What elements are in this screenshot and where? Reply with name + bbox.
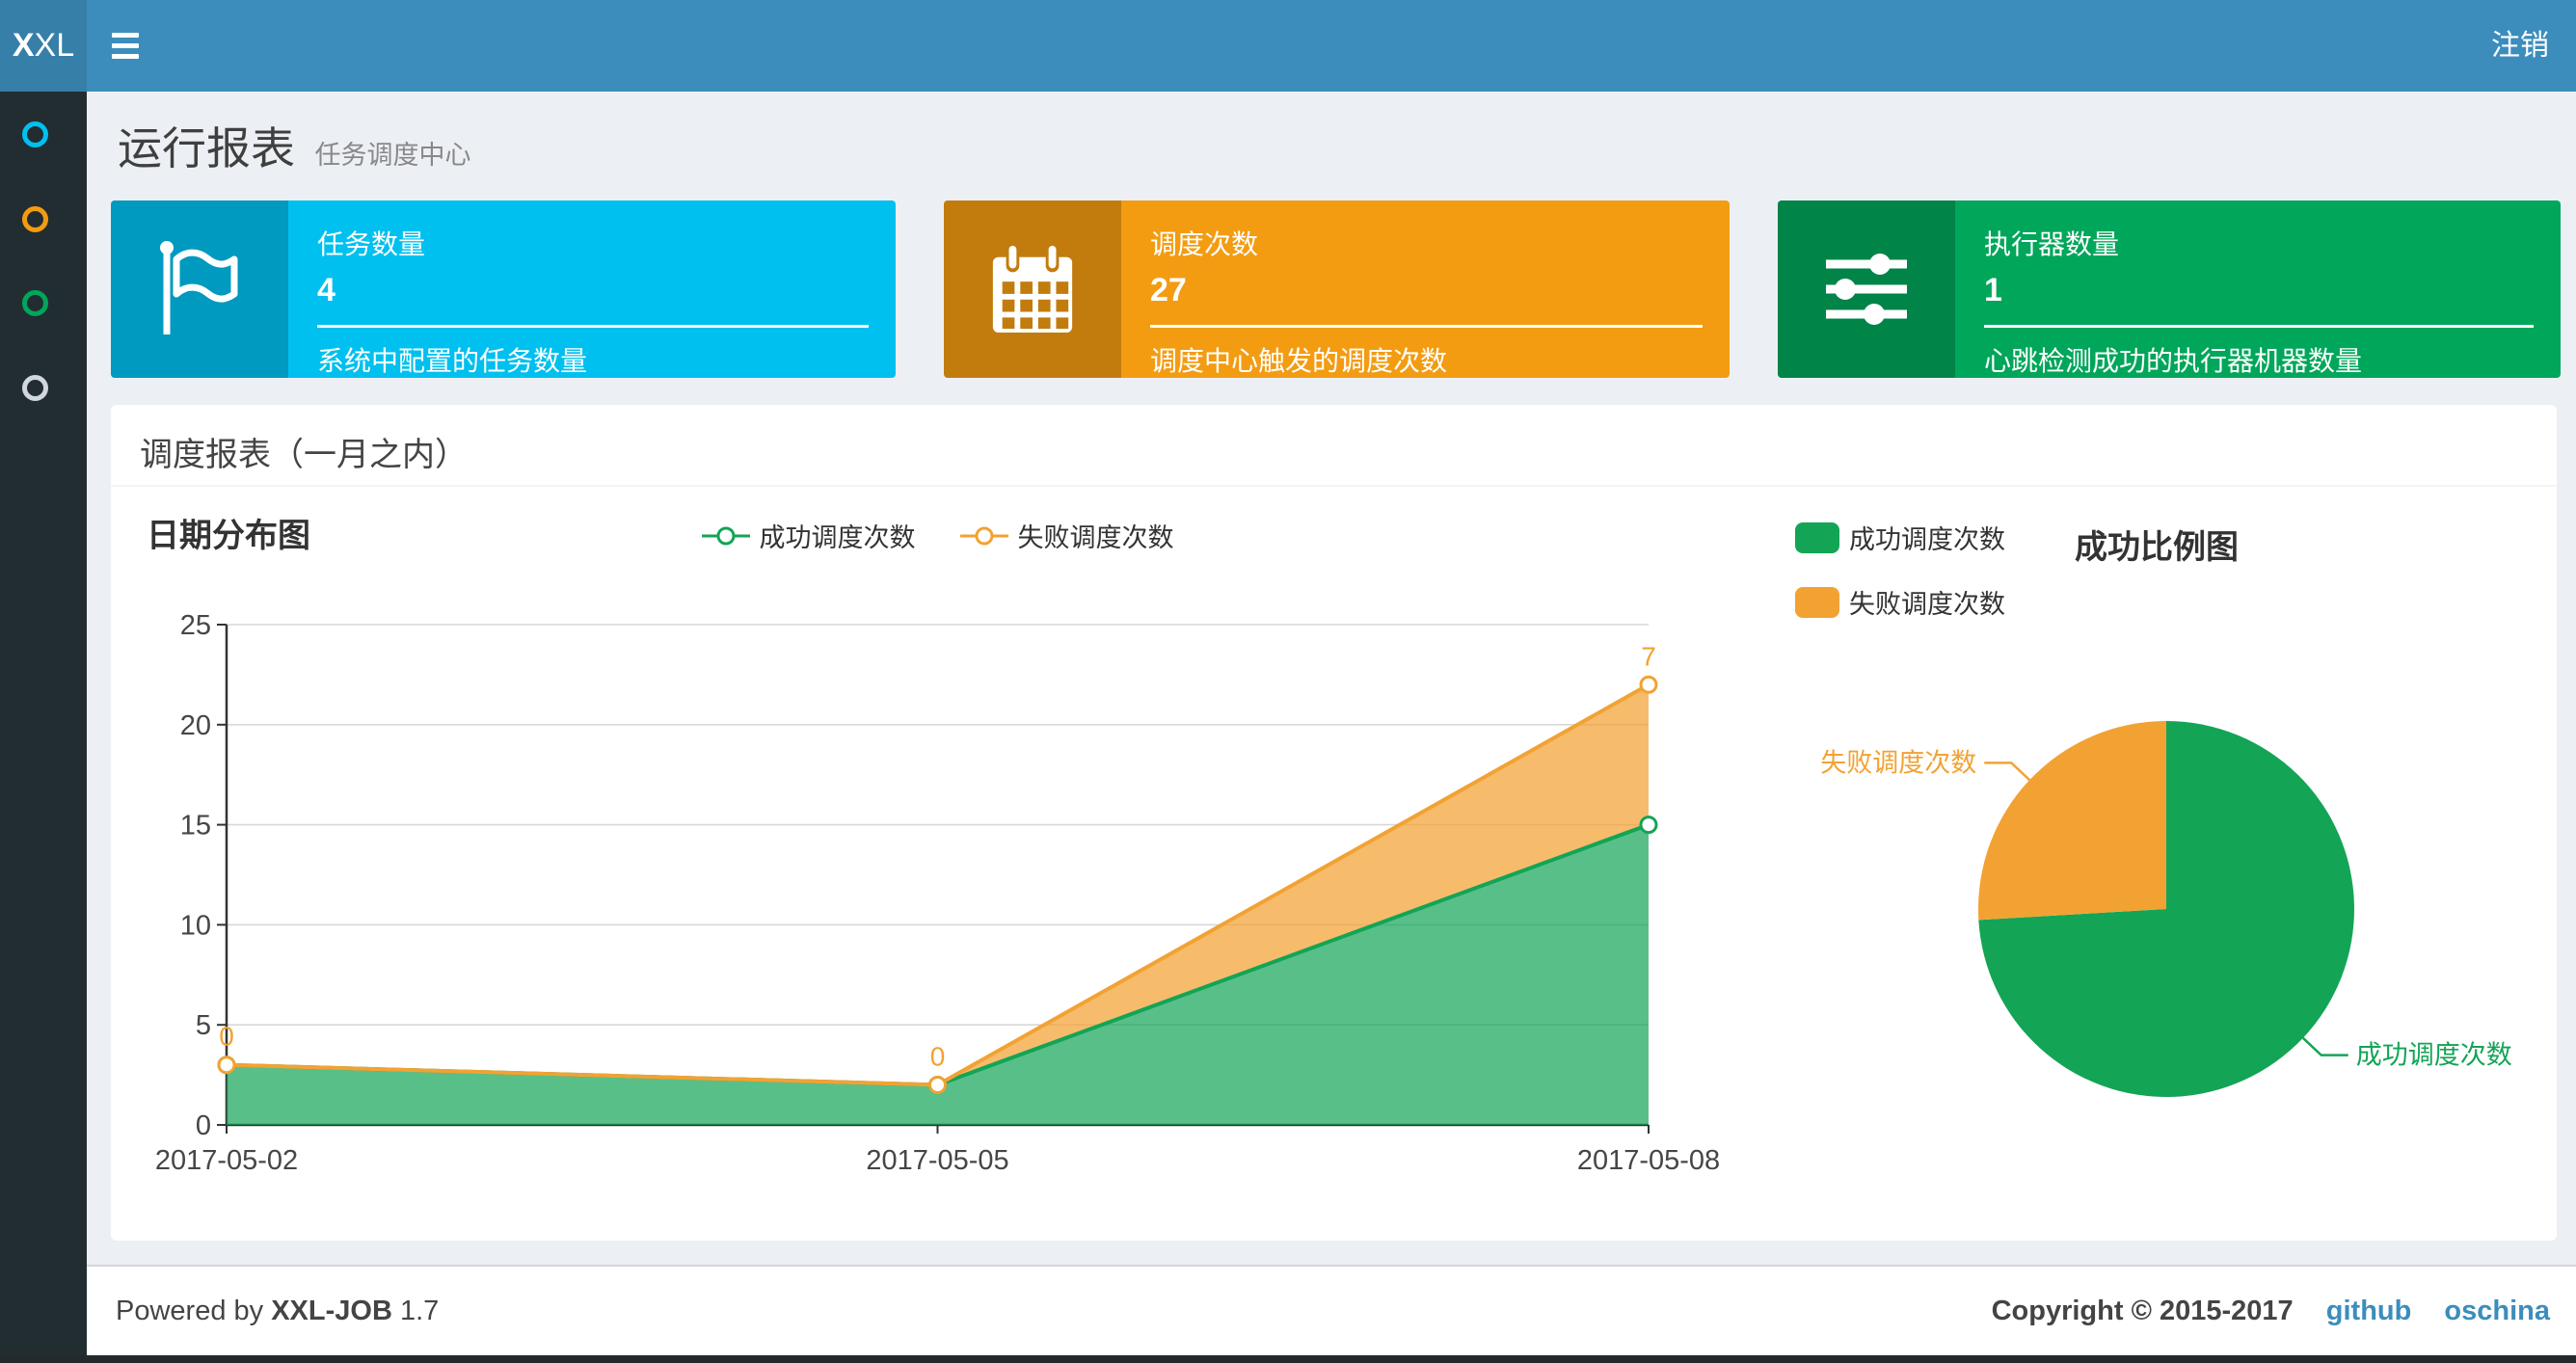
calendar-icon	[944, 200, 1121, 378]
oschina-link[interactable]: oschina	[2444, 1296, 2550, 1326]
stat-value: 4	[317, 272, 335, 308]
stat-card-executors: 执行器数量 1 心跳检测成功的执行器机器数量	[1778, 200, 2561, 378]
flag-icon	[111, 200, 288, 378]
svg-text:15: 15	[180, 811, 211, 842]
stat-desc: 系统中配置的任务数量	[317, 346, 588, 376]
bottom-strip	[0, 1355, 2576, 1363]
report-panel-header: 调度报表（一月之内）	[111, 405, 2557, 487]
stat-desc: 心跳检测成功的执行器机器数量	[1984, 346, 2363, 376]
svg-text:2017-05-05: 2017-05-05	[866, 1145, 1008, 1176]
stat-label: 执行器数量	[1984, 229, 2120, 259]
svg-text:0: 0	[219, 1022, 234, 1052]
stat-label: 调度次数	[1150, 229, 1259, 259]
page-subtitle: 任务调度中心	[314, 141, 471, 170]
sidebar	[0, 92, 87, 1363]
sidebar-item-menu-job-log[interactable]	[22, 290, 48, 316]
svg-text:成功调度次数: 成功调度次数	[2356, 1041, 2512, 1070]
page-title: 运行报表	[118, 123, 295, 174]
sliders-icon	[1778, 200, 1955, 378]
stat-card-triggers: 调度次数 27 调度中心触发的调度次数	[944, 200, 1730, 378]
github-link[interactable]: github	[2326, 1296, 2412, 1326]
stat-card-jobs: 任务数量 4 系统中配置的任务数量	[111, 200, 896, 378]
success-ratio-chart: 成功调度次数 失败调度次数	[1820, 721, 2512, 1097]
svg-text:10: 10	[180, 910, 211, 941]
sidebar-toggle-button[interactable]	[104, 0, 166, 92]
report-panel-title: 调度报表（一月之内）	[140, 437, 468, 473]
svg-text:2017-05-08: 2017-05-08	[1577, 1145, 1720, 1176]
product-name: XXL-JOB	[271, 1296, 392, 1326]
svg-text:5: 5	[196, 1010, 211, 1041]
copyright-text: Copyright © 2015-2017	[1991, 1296, 2294, 1326]
svg-text:失败调度次数: 失败调度次数	[1820, 748, 1976, 777]
logout-link[interactable]: 注销	[2491, 0, 2549, 92]
stat-desc: 调度中心触发的调度次数	[1150, 346, 1448, 376]
sidebar-item-menu-run-report[interactable]	[22, 121, 48, 147]
sidebar-item-menu-executor-manage[interactable]	[22, 374, 48, 401]
stat-value: 27	[1150, 272, 1187, 308]
sidebar-item-menu-job-manage[interactable]	[22, 205, 48, 232]
date-distribution-chart: 05101520252017-05-02 2017-05-05 2017-05-08…	[155, 610, 1720, 1176]
svg-text:0: 0	[930, 1041, 946, 1071]
svg-text:0: 0	[196, 1110, 211, 1141]
page-header: 运行报表 任务调度中心	[118, 114, 470, 177]
svg-text:2017-05-02: 2017-05-02	[155, 1145, 298, 1176]
hamburger-icon	[112, 33, 139, 38]
powered-by: Powered by XXL-JOB 1.7	[116, 1296, 440, 1326]
main-footer: Powered by XXL-JOB 1.7 Copyright © 2015-…	[87, 1265, 2576, 1355]
stat-value: 1	[1984, 272, 2002, 308]
top-navbar: 注销	[0, 0, 2576, 92]
app-logo[interactable]: X XL	[0, 0, 87, 92]
svg-text:25: 25	[180, 610, 211, 641]
stat-label: 任务数量	[317, 229, 426, 259]
svg-text:7: 7	[1641, 641, 1656, 671]
svg-text:20: 20	[180, 710, 211, 741]
